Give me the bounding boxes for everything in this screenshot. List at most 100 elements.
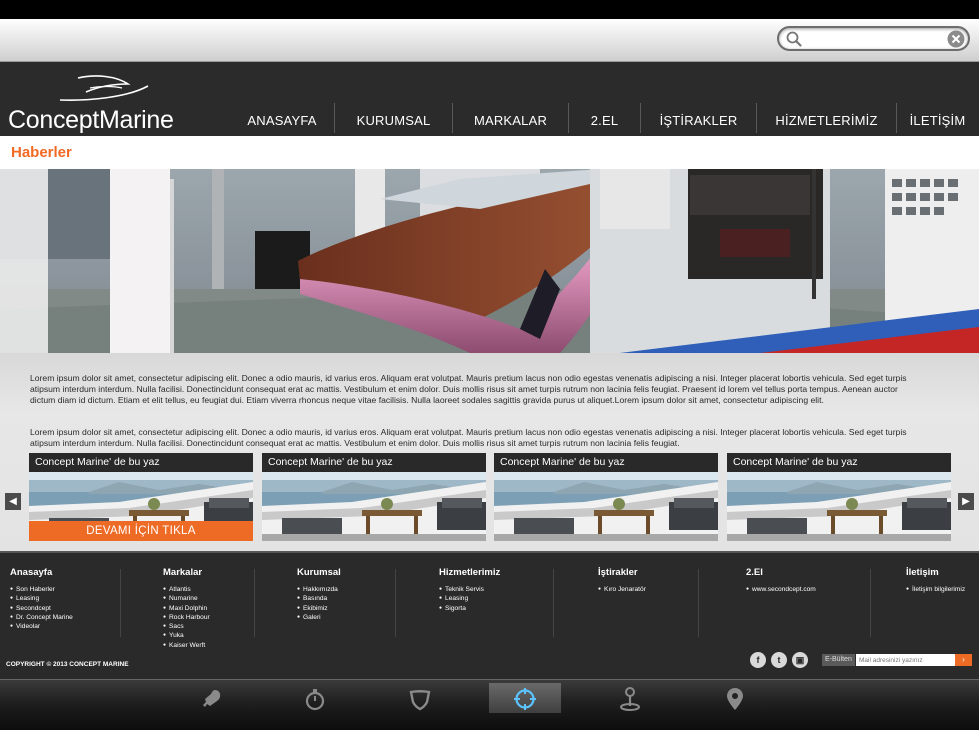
- footer-column-title[interactable]: 2.El: [746, 567, 816, 578]
- shield-icon: [409, 690, 431, 711]
- nav-item-1[interactable]: KURUMSAL: [334, 103, 452, 133]
- footer-link[interactable]: Numarine: [163, 594, 210, 603]
- crosshair-icon: [514, 688, 536, 710]
- dock-button-0[interactable]: [176, 683, 248, 713]
- brand-logo[interactable]: ConceptMarine: [8, 70, 198, 134]
- footer-link[interactable]: Basında: [297, 594, 341, 603]
- footer-link-list: İletişim bilgilerimiz: [906, 585, 965, 594]
- footer-link[interactable]: Maxi Dolphin: [163, 604, 210, 613]
- dock-button-3[interactable]: [489, 683, 561, 713]
- footer-link[interactable]: Kaiser Werft: [163, 641, 210, 650]
- read-more-button[interactable]: DEVAMI İÇİN TIKLA: [29, 521, 253, 541]
- news-card-title[interactable]: Concept Marine' de bu yaz: [29, 453, 253, 472]
- brand-name: ConceptMarine: [8, 106, 174, 134]
- article-paragraph-2: Lorem ipsum dolor sit amet, consectetur …: [30, 426, 907, 448]
- instagram-icon[interactable]: ▣: [792, 652, 808, 668]
- nav-item-4[interactable]: İŞTİRAKLER: [640, 103, 756, 133]
- footer-link[interactable]: Sacs: [163, 622, 210, 631]
- carousel-prev-button[interactable]: ◀: [5, 493, 21, 510]
- footer-column-title[interactable]: Anasayfa: [10, 567, 73, 578]
- yacht-deck-photo: [262, 472, 486, 541]
- footer-column-6: İletişim İletişim bilgilerimiz: [906, 567, 965, 594]
- footer-link[interactable]: www.secondcept.com: [746, 585, 816, 594]
- bottom-dock: [0, 679, 979, 730]
- news-card-0[interactable]: Concept Marine' de bu yaz DEVAMI İÇİN TIK…: [29, 453, 253, 541]
- footer-link[interactable]: Yuka: [163, 631, 210, 640]
- nav-item-2[interactable]: MARKALAR: [452, 103, 568, 133]
- clear-search-icon[interactable]: [947, 30, 965, 48]
- footer-column-title[interactable]: İştirakler: [598, 567, 646, 578]
- news-card-2[interactable]: Concept Marine' de bu yaz: [494, 453, 718, 541]
- footer-column-title[interactable]: Markalar: [163, 567, 210, 578]
- article-section: Lorem ipsum dolor sit amet, consectetur …: [0, 353, 979, 551]
- facebook-icon[interactable]: f: [750, 652, 766, 668]
- boat-logo-icon: [59, 75, 149, 101]
- nav-item-3[interactable]: 2.EL: [568, 103, 640, 133]
- footer-divider: [870, 569, 871, 637]
- footer-link[interactable]: Son Haberler: [10, 585, 73, 594]
- footer-column-title[interactable]: İletişim: [906, 567, 965, 578]
- main-nav: ANASAYFA KURUMSAL MARKALAR 2.EL İŞTİRAKLER Hİ…: [230, 103, 978, 133]
- newsletter-label: E-Bülten: [822, 654, 855, 666]
- dock-button-1[interactable]: [279, 683, 351, 713]
- page-title-bar: Haberler: [0, 136, 979, 169]
- search-icon[interactable]: [785, 30, 803, 48]
- footer-column-0: Anasayfa Son HaberlerLeasingSecondceptDr.…: [10, 567, 73, 631]
- footer-link[interactable]: Galeri: [297, 613, 341, 622]
- footer-column-2: Kurumsal HakkımızdaBasındaEkibimizGaleri: [297, 567, 341, 622]
- dock-button-2[interactable]: [384, 683, 456, 713]
- nav-item-6[interactable]: İLETİŞİM: [896, 103, 978, 133]
- footer-column-5: 2.El www.secondcept.com: [746, 567, 816, 594]
- chicken-leg-icon: [203, 690, 221, 707]
- footer-link[interactable]: Dr. Concept Marine: [10, 613, 73, 622]
- anchor-pin-icon: [620, 687, 640, 711]
- footer-link[interactable]: Leasing: [10, 594, 73, 603]
- newsletter-email-input[interactable]: [856, 654, 955, 666]
- footer-column-1: Markalar AtlantisNumarineMaxi DolphinRock…: [163, 567, 210, 650]
- copyright-text: COPYRIGHT © 2013 CONCEPT MARINE: [6, 661, 129, 668]
- newsletter-submit-button[interactable]: ›: [955, 654, 972, 666]
- search-input[interactable]: [805, 30, 949, 49]
- footer-column-title[interactable]: Kurumsal: [297, 567, 341, 578]
- footer-column-title[interactable]: Hizmetlerimiz: [439, 567, 500, 578]
- dock-button-5[interactable]: [699, 683, 771, 713]
- footer-link[interactable]: Rock Harbour: [163, 613, 210, 622]
- twitter-icon[interactable]: t: [771, 652, 787, 668]
- site-header: ConceptMarine ANASAYFA KURUMSAL MARKALAR 2.…: [0, 62, 979, 136]
- footer-link-list: Teknik ServisLeasingSigorta: [439, 585, 500, 613]
- yacht-deck-photo: [494, 472, 718, 541]
- footer-link-list: www.secondcept.com: [746, 585, 816, 594]
- stopwatch-icon: [305, 689, 325, 711]
- footer-divider: [553, 569, 554, 637]
- news-card-title[interactable]: Concept Marine' de bu yaz: [727, 453, 951, 472]
- nav-item-5[interactable]: HİZMETLERİMİZ: [756, 103, 896, 133]
- news-card-title[interactable]: Concept Marine' de bu yaz: [494, 453, 718, 472]
- footer-link[interactable]: Teknik Servis: [439, 585, 500, 594]
- footer-link[interactable]: İletişim bilgilerimiz: [906, 585, 965, 594]
- search-field[interactable]: [777, 26, 970, 51]
- footer-column-4: İştirakler Kıro Jenaratör: [598, 567, 646, 594]
- footer-link[interactable]: Hakkımızda: [297, 585, 341, 594]
- footer-link-list: AtlantisNumarineMaxi DolphinRock Harbour…: [163, 585, 210, 650]
- boat-show-photo: [0, 169, 979, 353]
- news-card-title[interactable]: Concept Marine' de bu yaz: [262, 453, 486, 472]
- footer-divider: [395, 569, 396, 637]
- footer-link[interactable]: Leasing: [439, 594, 500, 603]
- footer-link[interactable]: Ekibimiz: [297, 604, 341, 613]
- yacht-deck-photo: [727, 472, 951, 541]
- carousel-next-button[interactable]: ▶: [958, 493, 974, 510]
- news-card-1[interactable]: Concept Marine' de bu yaz: [262, 453, 486, 541]
- dock-button-4[interactable]: [594, 683, 666, 713]
- nav-item-0[interactable]: ANASAYFA: [230, 103, 334, 133]
- footer-link[interactable]: Sigorta: [439, 604, 500, 613]
- footer-link[interactable]: Secondcept: [10, 604, 73, 613]
- news-card-3[interactable]: Concept Marine' de bu yaz: [727, 453, 951, 541]
- footer-divider: [120, 569, 121, 637]
- footer-link[interactable]: Videolar: [10, 622, 73, 631]
- footer-link-list: Kıro Jenaratör: [598, 585, 646, 594]
- footer-link-list: HakkımızdaBasındaEkibimizGaleri: [297, 585, 341, 622]
- footer-link[interactable]: Kıro Jenaratör: [598, 585, 646, 594]
- footer-link[interactable]: Atlantis: [163, 585, 210, 594]
- footer-column-3: Hizmetlerimiz Teknik ServisLeasingSigorta: [439, 567, 500, 613]
- footer-divider: [254, 569, 255, 637]
